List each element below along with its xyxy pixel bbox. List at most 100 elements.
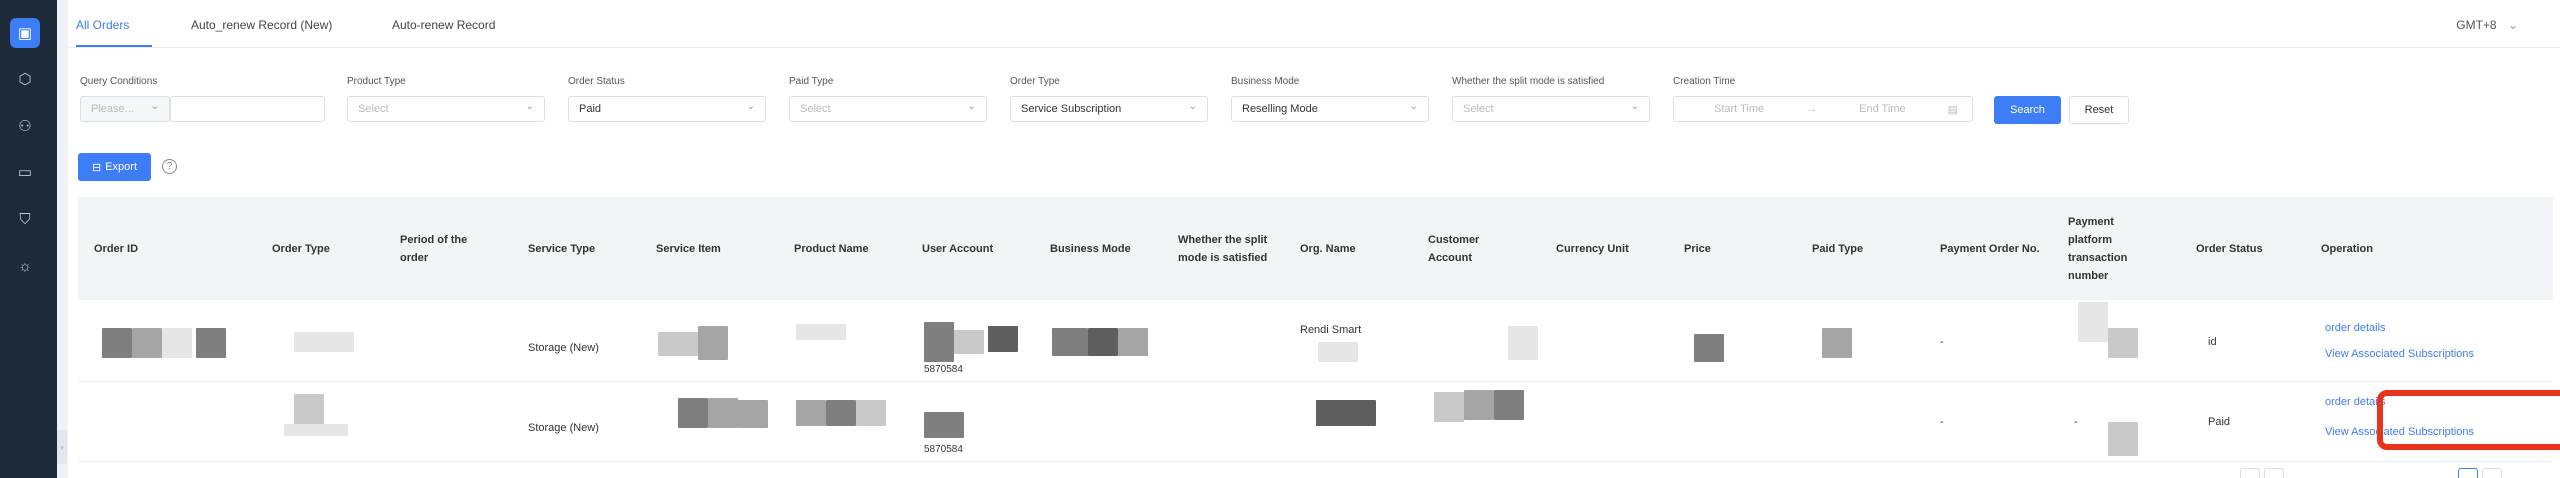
redacted-customer-account <box>1464 390 1494 420</box>
redacted-price <box>1694 334 1724 362</box>
view-associated-subscriptions-link[interactable]: View Associated Subscriptions <box>2325 348 2474 360</box>
search-button[interactable]: Search <box>1994 96 2061 124</box>
order-status-value: Paid <box>2208 416 2231 428</box>
redacted-user-account <box>954 330 984 354</box>
sidebar: ▣ ⬡ ⚇ ▭ ⛉ ☼ <box>0 0 57 478</box>
reset-button[interactable]: Reset <box>2069 96 2129 124</box>
order-status-label: Order Status <box>568 76 625 87</box>
redacted-customer-account <box>1434 392 1464 422</box>
pagination-next[interactable] <box>2482 468 2502 478</box>
col-service-item: Service Item <box>656 242 721 255</box>
order-status-select[interactable]: Paid ⌄ <box>568 96 766 122</box>
main-content: All Orders Auto_renew Record (New) Auto-… <box>68 0 2560 478</box>
user-account-suffix: 5870584 <box>924 444 963 455</box>
chevron-down-icon: ⌄ <box>1409 101 1418 112</box>
redacted-order-type <box>294 394 324 424</box>
tab-all-orders[interactable]: All Orders <box>76 18 129 32</box>
business-mode-select[interactable]: Reselling Mode ⌄ <box>1231 96 1429 122</box>
order-details-link[interactable]: order details <box>2325 322 2386 334</box>
redacted-service-item <box>658 332 698 356</box>
chevron-down-icon: ⌄ <box>2507 18 2518 32</box>
payment-order-no-value: - <box>1940 336 1944 348</box>
order-type-value: Service Subscription <box>1021 103 1122 115</box>
redacted-order-id <box>102 328 132 358</box>
timezone-label: GMT+8 <box>2456 18 2497 32</box>
chevron-down-icon: ⌄ <box>1630 101 1639 112</box>
redacted-transaction-no <box>2078 302 2108 342</box>
tab-bar: All Orders Auto_renew Record (New) Auto-… <box>68 0 2560 48</box>
paid-type-select[interactable]: Select ⌄ <box>789 96 987 122</box>
orders-icon[interactable]: ▣ <box>10 18 40 48</box>
export-icon: ⊟ <box>91 161 102 174</box>
redacted-service-item <box>698 326 728 360</box>
col-operation: Operation <box>2321 242 2373 255</box>
creation-time-range[interactable]: Start Time → End Time ▤ <box>1673 96 1973 122</box>
paid-type-label: Paid Type <box>789 76 834 87</box>
pagination-prev[interactable] <box>2240 468 2260 478</box>
business-mode-label: Business Mode <box>1231 76 1300 87</box>
payment-order-no-value: - <box>1940 416 1944 428</box>
pagination-item[interactable] <box>2264 468 2284 478</box>
redacted-org-name <box>1318 342 1358 362</box>
cube-icon[interactable]: ⬡ <box>10 64 40 94</box>
user-icon[interactable]: ⚇ <box>10 111 40 141</box>
tab-auto-renew-record[interactable]: Auto-renew Record <box>392 18 495 32</box>
redacted-order-id <box>162 328 192 358</box>
redacted-user-account <box>924 322 954 362</box>
chevron-down-icon: ⌄ <box>967 101 976 112</box>
product-type-placeholder: Select <box>358 103 389 115</box>
calendar-icon: ▤ <box>1947 103 1958 116</box>
col-period-of-order: Period of the order <box>400 233 468 264</box>
paid-type-placeholder: Select <box>800 103 831 115</box>
range-separator: → <box>1806 103 1818 115</box>
col-payment-order-no: Payment Order No. <box>1940 242 2040 255</box>
redacted-product-name <box>856 400 886 426</box>
redacted-org-name <box>1316 400 1376 426</box>
chevron-down-icon: ⌄ <box>525 101 534 112</box>
service-type-value: Storage (New) <box>528 422 599 434</box>
col-service-type: Service Type <box>528 242 596 255</box>
col-order-type: Order Type <box>272 242 330 255</box>
timezone-select[interactable]: GMT+8 ⌄ <box>2456 18 2518 32</box>
split-mode-label: Whether the split mode is satisfied <box>1452 76 1605 87</box>
box-icon[interactable]: ▭ <box>10 157 40 187</box>
redacted-customer-account <box>1494 390 1524 420</box>
sidebar-collapse-handle[interactable]: › <box>57 430 67 464</box>
redacted-business-mode <box>1088 328 1118 356</box>
redacted-service-item <box>678 398 708 428</box>
pagination-item-active[interactable] <box>2458 468 2478 478</box>
shield-icon[interactable]: ⛉ <box>10 204 40 234</box>
bulb-icon[interactable]: ☼ <box>10 251 40 281</box>
redacted-paid-type <box>1822 328 1852 358</box>
chevron-down-icon: ⌄ <box>746 101 755 112</box>
redacted-order-type <box>284 424 348 436</box>
split-mode-select[interactable]: Select ⌄ <box>1452 96 1650 122</box>
help-icon[interactable]: ? <box>162 159 177 174</box>
redacted-order-id <box>132 328 162 358</box>
query-conditions-label: Query Conditions <box>80 76 158 87</box>
active-tab-indicator <box>76 45 152 47</box>
end-time-placeholder: End Time <box>1859 103 1906 115</box>
org-name-value: Rendi Smart <box>1300 324 1362 336</box>
query-conditions-placeholder: Please... <box>91 103 134 115</box>
redacted-product-name <box>826 400 856 426</box>
order-type-select[interactable]: Service Subscription ⌄ <box>1010 96 1208 122</box>
tab-auto-renew-record-new[interactable]: Auto_renew Record (New) <box>191 18 332 32</box>
product-type-select[interactable]: Select ⌄ <box>347 96 545 122</box>
query-conditions-select[interactable]: Please... ⌄ <box>80 96 170 122</box>
export-button[interactable]: ⊟ Export <box>78 153 151 181</box>
split-mode-placeholder: Select <box>1463 103 1494 115</box>
redacted-transaction-no <box>2108 328 2138 358</box>
redacted-order-id <box>196 328 226 358</box>
col-user-account: User Account <box>922 242 994 255</box>
chevron-down-icon: ⌄ <box>1188 101 1197 112</box>
col-org-name: Org. Name <box>1300 242 1356 255</box>
col-order-status: Order Status <box>2196 242 2263 255</box>
query-conditions-input[interactable] <box>170 96 325 122</box>
service-type-value: Storage (New) <box>528 342 599 354</box>
col-order-id: Order ID <box>94 242 139 255</box>
transaction-no-value: - <box>2074 416 2078 428</box>
export-label: Export <box>105 161 137 173</box>
redacted-customer-account <box>1508 326 1538 360</box>
col-customer-account: Customer Account <box>1428 233 1480 264</box>
